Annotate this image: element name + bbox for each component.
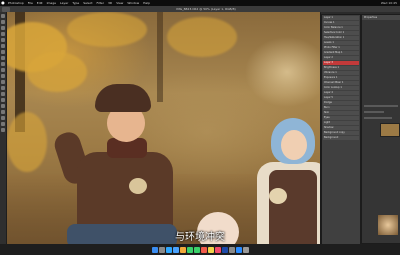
photos-icon[interactable] [179,246,186,253]
layer-row[interactable]: Light [323,121,359,125]
layer-row[interactable]: Exposure 1 [323,76,359,80]
leaf-cluster [7,112,47,172]
toolbox [0,12,7,246]
hand-tool-icon[interactable] [1,122,5,126]
clone-stamp-tool-icon[interactable] [1,62,5,66]
path-select-tool-icon[interactable] [1,110,5,114]
layer-row[interactable]: Selective Color 1 [323,31,359,35]
leaf-cluster [167,17,237,57]
finder-icon[interactable] [151,246,158,253]
music-icon[interactable] [214,246,221,253]
layer-row[interactable]: Brightness 1 [323,66,359,70]
document-canvas[interactable] [7,12,320,244]
notes-icon[interactable] [207,246,214,253]
panel-dock: Layer 1 Curves 1 Color Balance 1 Selective … [321,12,400,245]
shape-tool-icon[interactable] [1,116,5,120]
pen-tool-icon[interactable] [1,98,5,102]
boy-cap [95,84,151,112]
eyedropper-tool-icon[interactable] [1,44,5,48]
video-subtitle: 与环境冲突 [175,232,225,243]
calendar-icon[interactable] [200,246,207,253]
layer-row[interactable]: Eyes [323,116,359,120]
layer-row[interactable]: Layer 2 [323,56,359,60]
properties-divider [364,111,384,113]
layer-row[interactable]: Layer 3 [323,61,359,65]
layer-row[interactable]: Hue/Saturation 1 [323,36,359,40]
settings-icon[interactable] [228,246,235,253]
safari-icon[interactable] [165,246,172,253]
crop-tool-icon[interactable] [1,38,5,42]
properties-panel: Properties [361,14,400,244]
properties-header: Properties [362,15,400,20]
marquee-tool-icon[interactable] [1,20,5,24]
boy-apple [129,178,147,194]
layer-row[interactable]: Background [323,136,359,140]
layer-row[interactable]: Color Balance 1 [323,26,359,30]
layer-row[interactable]: Vibrance 1 [323,71,359,75]
layers-panel: Layer 1 Curves 1 Color Balance 1 Selective … [321,14,361,245]
mail-icon[interactable] [172,246,179,253]
photoshop-icon[interactable] [221,246,228,253]
quick-select-tool-icon[interactable] [1,32,5,36]
layer-row[interactable]: Color Lookup 1 [323,86,359,90]
layer-row[interactable]: Layer 4 [323,91,359,95]
lasso-tool-icon[interactable] [1,26,5,30]
gradient-tool-icon[interactable] [1,80,5,84]
girl-apple [269,188,287,204]
blur-tool-icon[interactable] [1,86,5,90]
layer-row[interactable]: Dodge [323,101,359,105]
layer-row[interactable]: Shadow [323,126,359,130]
layer-row[interactable]: Layer 1 [323,16,359,20]
healing-brush-tool-icon[interactable] [1,50,5,54]
leaf-cluster [27,52,87,92]
launchpad-icon[interactable] [158,246,165,253]
layer-row[interactable]: Photo Filter 1 [323,46,359,50]
layer-row[interactable]: Background copy [323,131,359,135]
move-tool-icon[interactable] [1,14,5,18]
zoom-tool-icon[interactable] [1,128,5,132]
girl-face [281,130,307,160]
tool-preset-button[interactable] [2,6,10,12]
dodge-tool-icon[interactable] [1,92,5,96]
facetime-icon[interactable] [193,246,200,253]
trash-icon[interactable] [242,246,249,253]
macos-dock [0,244,400,255]
tree-trunk [157,12,163,102]
layer-row[interactable]: Gradient Map 1 [323,51,359,55]
eraser-tool-icon[interactable] [1,74,5,78]
layer-row[interactable]: Channel Mixer 1 [323,81,359,85]
layer-row[interactable]: Skin [323,111,359,115]
layer-thumbnail[interactable] [380,123,400,137]
layer-row[interactable]: Burn [323,106,359,110]
leaf-cluster [67,12,147,47]
layer-row[interactable]: Layer 5 [323,96,359,100]
layer-row[interactable]: Levels 1 [323,41,359,45]
layer-row[interactable]: Curves 1 [323,21,359,25]
brush-tool-icon[interactable] [1,56,5,60]
type-tool-icon[interactable] [1,104,5,108]
properties-divider [364,105,398,107]
properties-divider [364,117,392,119]
messages-icon[interactable] [186,246,193,253]
history-brush-tool-icon[interactable] [1,68,5,72]
app-store-icon[interactable] [235,246,242,253]
